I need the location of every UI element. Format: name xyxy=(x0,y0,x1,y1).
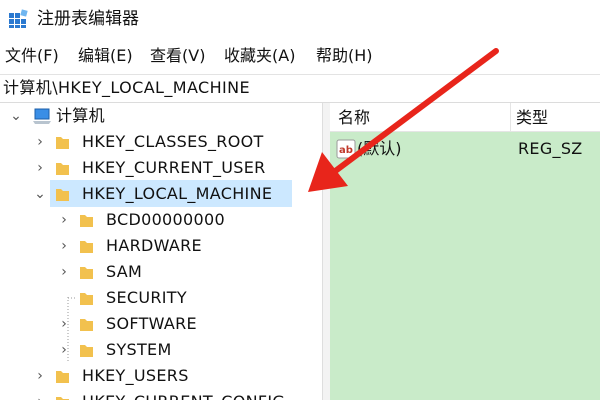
folder-icon xyxy=(80,215,93,227)
tree-node-label: HKEY_USERS xyxy=(82,366,189,385)
folder-icon xyxy=(56,163,69,175)
title-bar: 注册表编辑器 xyxy=(0,0,600,36)
list-header: 名称 类型 xyxy=(330,103,600,132)
tree-node-computer[interactable]: ⌄ 计算机 xyxy=(0,104,322,130)
svg-text:ab: ab xyxy=(339,145,353,156)
menu-bar: 文件(F) 编辑(E) 查看(V) 收藏夹(A) 帮助(H) xyxy=(0,41,600,69)
menu-edit[interactable]: 编辑(E) xyxy=(78,45,133,67)
tree-node-hkey-classes-root[interactable]: › HKEY_CLASSES_ROOT xyxy=(0,130,322,156)
tree-node-hkey-users[interactable]: › HKEY_USERS xyxy=(0,364,322,390)
table-row[interactable]: ab (默认) REG_SZ xyxy=(330,136,600,162)
tree-node-bcd[interactable]: › BCD00000000 xyxy=(0,208,322,234)
menu-favorites[interactable]: 收藏夹(A) xyxy=(224,45,295,67)
address-path[interactable]: 计算机\HKEY_LOCAL_MACHINE xyxy=(3,77,250,99)
column-header-name[interactable]: 名称 xyxy=(338,107,370,129)
menu-help[interactable]: 帮助(H) xyxy=(316,45,373,67)
values-list-pane[interactable]: 名称 类型 ab (默认) REG_SZ xyxy=(330,103,600,400)
tree-node-hardware[interactable]: › HARDWARE xyxy=(0,234,322,260)
chevron-down-icon[interactable]: ⌄ xyxy=(8,107,24,125)
chevron-down-icon[interactable]: ⌄ xyxy=(32,185,48,203)
tree-node-sam[interactable]: › SAM xyxy=(0,260,322,286)
tree-node-label: SECURITY xyxy=(106,288,187,307)
chevron-right-icon[interactable]: › xyxy=(32,393,48,400)
menu-file[interactable]: 文件(F) xyxy=(5,45,59,67)
chevron-right-icon[interactable]: › xyxy=(56,211,72,229)
tree-node-label: 计算机 xyxy=(56,106,105,125)
address-bar[interactable]: 计算机\HKEY_LOCAL_MACHINE xyxy=(0,74,600,103)
tree-node-label: HKEY_LOCAL_MACHINE xyxy=(82,184,273,203)
tree-node-security[interactable]: SECURITY xyxy=(0,286,322,312)
tree-node-label: SOFTWARE xyxy=(106,314,197,333)
folder-icon xyxy=(80,319,93,331)
tree-node-label: HKEY_CLASSES_ROOT xyxy=(82,132,264,151)
folder-icon xyxy=(80,267,93,279)
column-divider[interactable] xyxy=(510,103,511,131)
computer-icon xyxy=(33,108,51,124)
tree-node-hkey-local-machine[interactable]: ⌄ HKEY_LOCAL_MACHINE xyxy=(0,182,322,208)
registry-editor-icon xyxy=(9,9,28,28)
chevron-right-icon[interactable]: › xyxy=(56,341,72,359)
tree-node-label: HKEY_CURRENT_USER xyxy=(82,158,266,177)
string-value-icon: ab xyxy=(336,139,356,159)
chevron-right-icon[interactable]: › xyxy=(32,159,48,177)
folder-icon xyxy=(80,241,93,253)
folder-icon xyxy=(80,345,93,357)
folder-icon xyxy=(56,397,69,400)
tree-node-hkey-current-config[interactable]: › HKEY_CURRENT_CONFIG xyxy=(0,390,322,400)
tree-node-label: SAM xyxy=(106,262,143,281)
folder-icon xyxy=(56,137,69,149)
chevron-right-icon[interactable]: › xyxy=(56,263,72,281)
menu-view[interactable]: 查看(V) xyxy=(150,45,205,67)
tree-node-label: HKEY_CURRENT_CONFIG xyxy=(82,391,285,400)
tree-node-software[interactable]: › SOFTWARE xyxy=(0,312,322,338)
column-header-type[interactable]: 类型 xyxy=(516,107,548,129)
folder-icon xyxy=(56,371,69,383)
tree-node-label: SYSTEM xyxy=(106,340,172,359)
tree-node-label: BCD00000000 xyxy=(106,210,225,229)
value-type: REG_SZ xyxy=(518,139,583,158)
chevron-right-icon[interactable]: › xyxy=(32,133,48,151)
tree-node-system[interactable]: › SYSTEM xyxy=(0,338,322,364)
tree-node-hkey-current-user[interactable]: › HKEY_CURRENT_USER xyxy=(0,156,322,182)
window-title: 注册表编辑器 xyxy=(37,9,139,29)
folder-icon xyxy=(80,293,93,305)
chevron-right-icon[interactable]: › xyxy=(32,367,48,385)
folder-open-icon xyxy=(56,189,69,201)
chevron-right-icon[interactable]: › xyxy=(56,315,72,333)
tree-node-label: HARDWARE xyxy=(106,236,202,255)
value-name: (默认) xyxy=(357,139,402,158)
chevron-right-icon[interactable]: › xyxy=(56,237,72,255)
